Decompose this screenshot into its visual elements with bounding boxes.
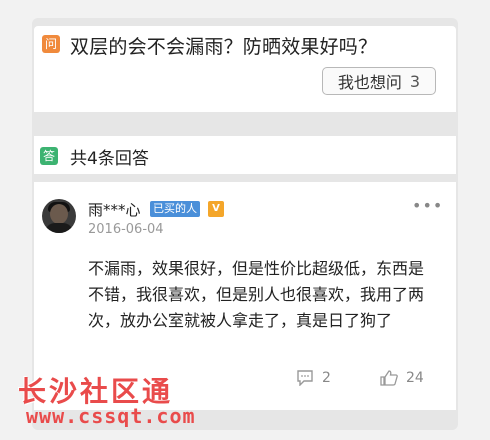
answer-date: 2016-06-04	[88, 222, 164, 237]
question-title: 双层的会不会漏雨？防晒效果好吗？	[70, 36, 378, 58]
avatar[interactable]	[42, 199, 76, 233]
ask-too-button[interactable]: 我也想问 3	[322, 67, 436, 95]
level-badge-icon: V	[208, 201, 224, 217]
answer-tag-icon: 答	[40, 147, 58, 165]
answer-user-name[interactable]: 雨***心	[88, 199, 141, 220]
comment-count: 2	[322, 370, 331, 386]
like-button[interactable]: 24	[380, 370, 424, 386]
question-card: 问 双层的会不会漏雨？防晒效果好吗？ 我也想问 3	[34, 26, 456, 112]
answer-body: 不漏雨，效果很好，但是性价比超级低，东西是不错，我很喜欢，但是别人也很喜欢，我用…	[88, 259, 425, 330]
answers-count: 共4条回答	[70, 149, 149, 169]
more-options-icon[interactable]: •••	[412, 196, 443, 215]
ask-too-label: 我也想问	[337, 73, 402, 92]
like-count: 24	[406, 370, 424, 386]
watermark-url: www.cssqt.com	[26, 404, 196, 428]
thumbs-up-icon	[380, 370, 398, 386]
buyer-badge: 已买的人	[150, 201, 200, 217]
question-tag-icon: 问	[42, 35, 60, 53]
comment-icon	[297, 370, 313, 386]
comment-button[interactable]: 2	[296, 370, 331, 386]
answers-header: 答 共4条回答	[34, 136, 456, 174]
ask-too-count: 3	[409, 71, 421, 91]
